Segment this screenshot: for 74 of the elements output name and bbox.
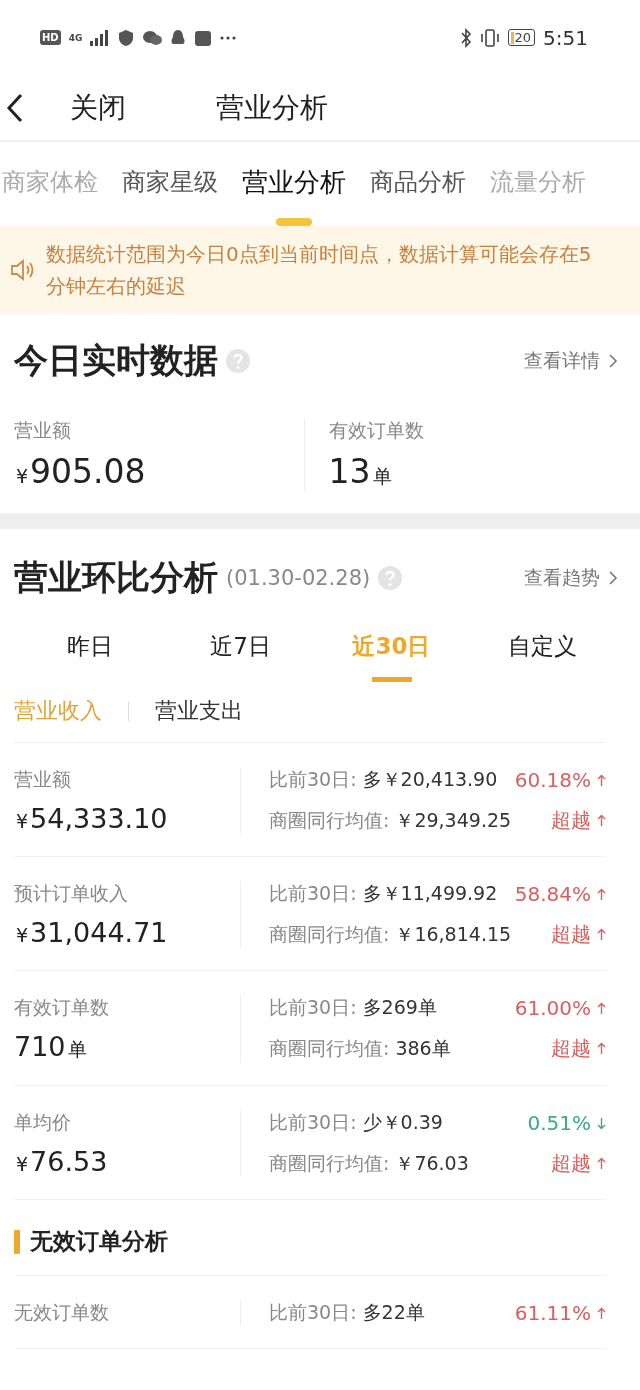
- comparison-value: 386单: [395, 1035, 451, 1061]
- bluetooth-icon: [459, 27, 472, 48]
- hd-icon: HD: [40, 30, 61, 45]
- speaker-icon: [10, 259, 36, 281]
- comparison-label: 比前30日:: [269, 1300, 357, 1325]
- comparison-value: 多269单: [362, 995, 437, 1020]
- metric-label: 营业额: [14, 767, 72, 792]
- chevron-icon: [608, 353, 618, 369]
- date-range: (01.30-02.28): [226, 566, 371, 590]
- comparison-label: 商圈同行均值:: [269, 807, 390, 833]
- comparison-value: 多￥11,499.92: [362, 881, 498, 906]
- comparison-value: 多￥20,413.90: [362, 767, 498, 792]
- change-value: 超越: [551, 1035, 591, 1062]
- close-link[interactable]: 关闭: [70, 88, 126, 127]
- comparison-label: 比前30日:: [269, 881, 357, 906]
- change-value: 0.51%: [527, 1111, 591, 1135]
- vibrate-icon: [479, 27, 500, 48]
- metric-value: ¥31,044.71: [15, 917, 169, 948]
- metric-label: 营业额: [14, 418, 72, 443]
- comparison-label: 比前30日:: [269, 995, 357, 1020]
- comparison-label: 商圈同行均值:: [269, 921, 390, 947]
- comparison-value: ￥29,349.25: [395, 807, 512, 833]
- section-title: 今日实时数据: [14, 339, 218, 382]
- accent-bar: [14, 1229, 20, 1254]
- change-value: 61.11%: [514, 1301, 591, 1325]
- penguin-icon: [170, 28, 187, 47]
- metric-value: 13 单: [328, 452, 393, 491]
- network-label: 4G: [68, 32, 83, 43]
- sub-tab[interactable]: 营业支出: [155, 696, 243, 726]
- battery-icon: 20: [507, 29, 536, 46]
- comparison-label: 比前30日:: [269, 767, 357, 792]
- page-title: 营业分析: [216, 89, 328, 126]
- help-icon[interactable]: [226, 349, 250, 373]
- chat-icon: [142, 29, 163, 46]
- period-tab[interactable]: 近7日: [165, 625, 316, 682]
- metric-label: 有效订单数: [14, 995, 110, 1020]
- metric-value: 710 单: [14, 1031, 88, 1063]
- change-value: 60.18%: [514, 768, 591, 792]
- comparison-value: ￥16,814.15: [395, 921, 512, 947]
- period-tab[interactable]: 自定义: [467, 625, 618, 682]
- status-time: 5:51: [543, 25, 588, 50]
- change-value: 61.00%: [514, 996, 591, 1020]
- more-icon: [220, 35, 237, 40]
- comparison-value: 少￥0.39: [362, 1110, 443, 1135]
- section-title: 营业环比分析: [14, 556, 218, 599]
- signal-icon: [90, 29, 111, 46]
- help-icon[interactable]: [378, 566, 403, 590]
- period-tab[interactable]: 昨日: [14, 625, 165, 682]
- comparison-label: 商圈同行均值:: [269, 1150, 390, 1176]
- comparison-label: 比前30日:: [269, 1110, 357, 1135]
- comparison-value: 多22单: [362, 1300, 425, 1325]
- change-value: 58.84%: [514, 882, 591, 906]
- change-value: 超越: [551, 921, 591, 948]
- metric-label: 有效订单数: [328, 418, 425, 443]
- shield-icon: [118, 28, 135, 47]
- change-value: 超越: [551, 807, 591, 834]
- back-icon[interactable]: [6, 92, 24, 123]
- comparison-label: 商圈同行均值:: [269, 1035, 390, 1061]
- section-title: 无效订单分析: [30, 1227, 168, 1256]
- metric-label: 无效订单数: [14, 1300, 110, 1325]
- metric-value: ¥54,333.10: [15, 803, 169, 834]
- comparison-value: ￥76.03: [395, 1150, 469, 1176]
- tab[interactable]: 营业分析: [242, 142, 346, 226]
- metric-value: ¥905.08: [15, 452, 147, 491]
- metric-value: ¥76.53: [15, 1146, 109, 1177]
- metric-label: 预计订单收入: [14, 881, 129, 906]
- tab[interactable]: 商家星级: [122, 144, 218, 224]
- chevron-icon: [608, 570, 618, 586]
- notice-text: 数据统计范围为今日0点到当前时间点，数据计算可能会存在5分钟左右的延迟: [46, 241, 593, 300]
- details-link[interactable]: 查看详情: [524, 348, 600, 374]
- tab[interactable]: 商品分析: [370, 144, 466, 224]
- change-value: 超越: [551, 1150, 591, 1177]
- metric-label: 单均价: [14, 1110, 72, 1135]
- trend-link[interactable]: 查看趋势: [524, 565, 600, 591]
